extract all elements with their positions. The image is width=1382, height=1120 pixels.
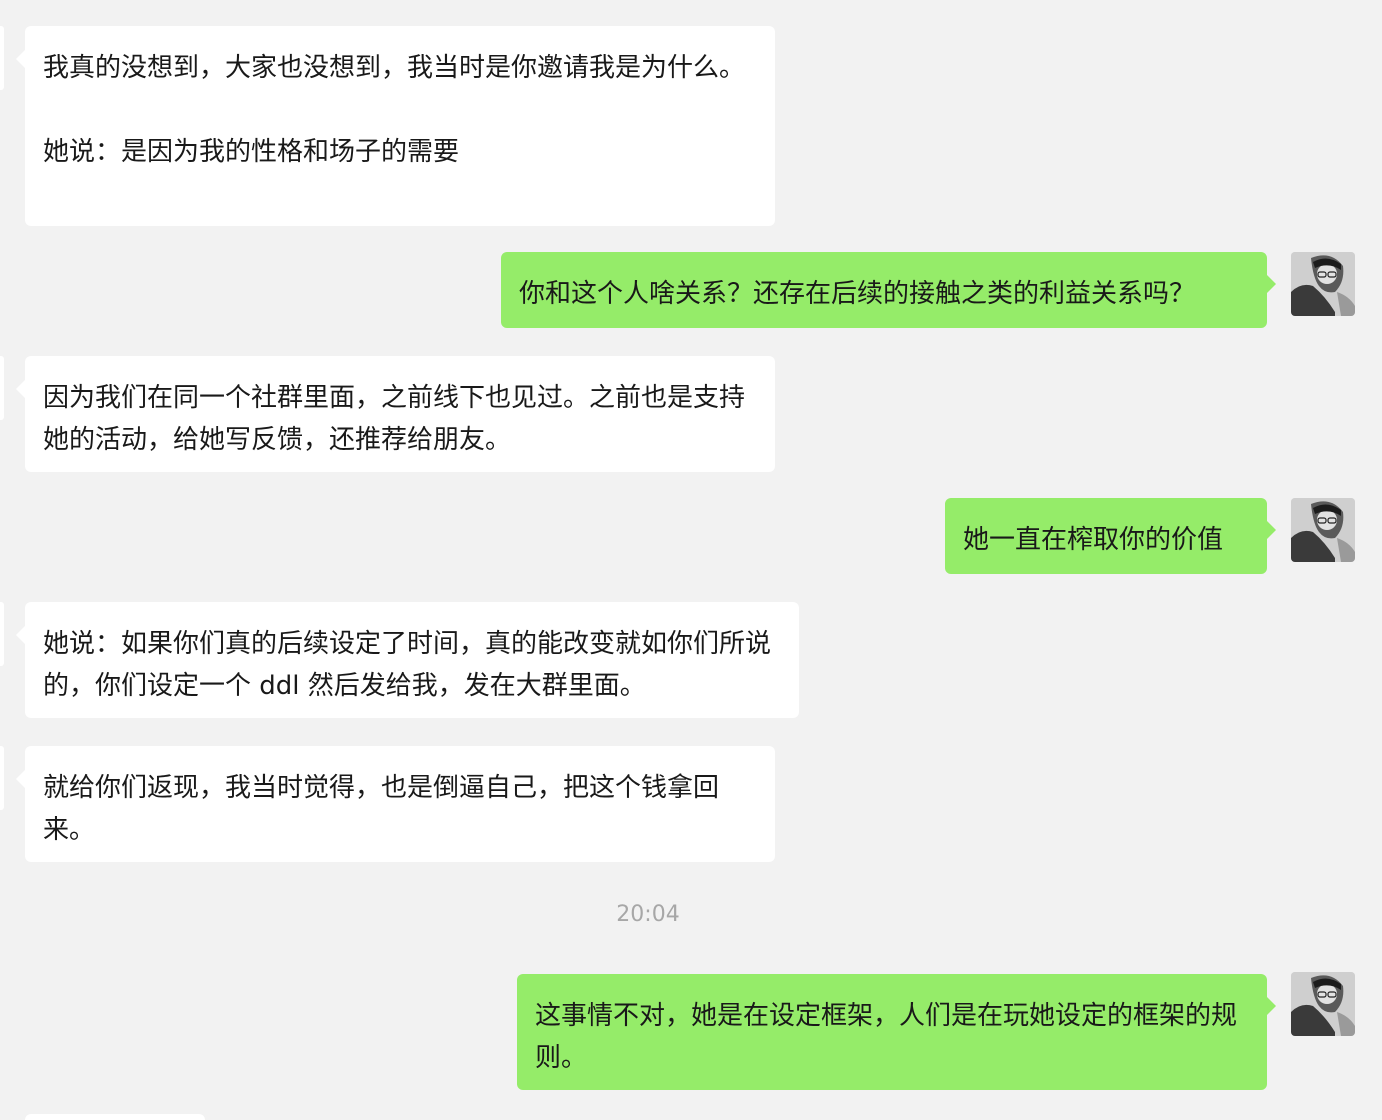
- outgoing-message-bubble[interactable]: 这事情不对，她是在设定框架，人们是在玩她设定的框架的规则。: [517, 974, 1276, 1090]
- incoming-message-bubble[interactable]: 因为我们在同一个社群里面，之前线下也见过。之前也是支持她的活动，给她写反馈，还推…: [25, 356, 775, 472]
- chat-area: 我真的没想到，大家也没想到，我当时是你邀请我是为什么。 她说：是因为我的性格和场…: [0, 0, 1382, 1120]
- incoming-message-bubble[interactable]: 她说：如果你们真的后续设定了时间，真的能改变就如你们所说的，你们设定一个 ddl…: [25, 602, 799, 718]
- user-avatar-icon[interactable]: [1291, 252, 1355, 316]
- outgoing-message-bubble[interactable]: 你和这个人啥关系？还存在后续的接触之类的利益关系吗？: [501, 252, 1276, 328]
- user-avatar-icon[interactable]: [1291, 972, 1355, 1036]
- incoming-message-bubble[interactable]: 就给你们返现，我当时觉得，也是倒逼自己，把这个钱拿回来。: [25, 746, 775, 862]
- bubble-tail: [16, 626, 25, 644]
- contact-avatar[interactable]: [0, 356, 4, 420]
- bubble-tail: [16, 50, 25, 68]
- contact-avatar[interactable]: [0, 26, 4, 90]
- contact-avatar[interactable]: [0, 746, 4, 810]
- bubble-tail: [16, 380, 25, 398]
- incoming-message-bubble-partial[interactable]: [25, 1114, 205, 1120]
- user-avatar-icon[interactable]: [1291, 498, 1355, 562]
- message-timestamp: 20:04: [616, 902, 680, 927]
- bubble-tail: [16, 770, 25, 788]
- contact-avatar[interactable]: [0, 602, 4, 666]
- outgoing-message-bubble[interactable]: 她一直在榨取你的价值: [945, 498, 1276, 574]
- incoming-message-bubble[interactable]: 我真的没想到，大家也没想到，我当时是你邀请我是为什么。 她说：是因为我的性格和场…: [25, 26, 775, 226]
